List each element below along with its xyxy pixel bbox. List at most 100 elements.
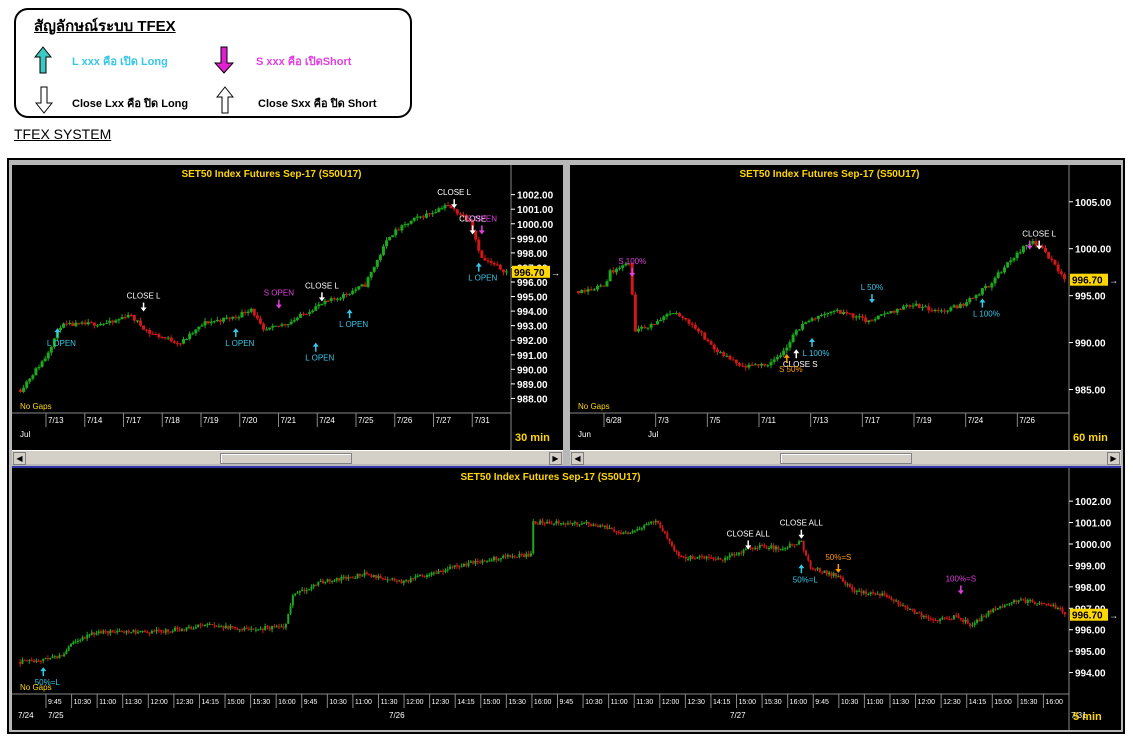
signal-label: L 100% <box>803 349 830 358</box>
candle-body <box>498 264 502 270</box>
candle-body <box>989 610 992 613</box>
candle-body <box>22 387 26 392</box>
candle-body <box>557 521 560 524</box>
candle-body <box>31 375 35 379</box>
candle-body <box>483 257 487 261</box>
scroll-thumb[interactable] <box>780 453 912 464</box>
candle-body <box>770 545 773 548</box>
candle-body <box>985 615 988 617</box>
candle-body <box>682 556 685 558</box>
y-tick-label: 994.00 <box>517 307 548 318</box>
candle-body <box>1026 600 1029 603</box>
candle-body <box>889 311 893 314</box>
candle-body <box>370 575 373 577</box>
candle-body <box>421 575 424 577</box>
legend-short-open: S xxx คือ เปิดShort <box>256 56 352 68</box>
candle-body <box>1021 246 1025 253</box>
candle-body <box>282 626 285 628</box>
x-tick-label: 7/25 <box>358 416 374 425</box>
candle-body <box>120 317 124 320</box>
candle-body <box>358 573 361 576</box>
scroll-right-button[interactable]: ▶ <box>1107 452 1120 465</box>
scrollbar-60min[interactable]: ◀ ▶ <box>570 450 1121 465</box>
candle-body <box>19 389 23 392</box>
candle-body <box>814 568 817 570</box>
candle-body <box>1056 608 1059 610</box>
candle-body <box>1059 608 1062 610</box>
candle-body <box>363 284 367 287</box>
candle-body <box>712 344 716 350</box>
scroll-thumb[interactable] <box>220 453 352 464</box>
candle-body <box>613 529 616 532</box>
candle-body <box>587 522 590 525</box>
candle-body <box>750 364 754 366</box>
candle-body <box>892 311 896 313</box>
candle-body <box>846 584 849 586</box>
signal-arrow-head <box>793 349 800 354</box>
signal-label: CLOSE L <box>437 188 471 197</box>
candle-body <box>643 326 647 328</box>
signal-label: S OPEN <box>264 289 294 298</box>
candle-body <box>855 591 858 593</box>
candle-body <box>1047 604 1050 606</box>
candle-body <box>914 303 918 306</box>
y-tick-label: 1001.00 <box>1075 519 1112 530</box>
scroll-right-button[interactable]: ▶ <box>549 452 562 465</box>
candle-body <box>733 554 736 556</box>
candle-body <box>615 531 618 533</box>
candle-body <box>492 556 495 561</box>
x-tick-label: 12:00 <box>918 699 936 706</box>
candle-body <box>139 631 142 633</box>
y-tick-label: 993.00 <box>517 322 548 333</box>
candle-body <box>93 632 96 635</box>
candle-body <box>895 600 898 602</box>
signal-label: CLOSE ALL <box>780 519 824 528</box>
candle-body <box>388 579 391 581</box>
candle-body <box>1049 605 1052 607</box>
candle-body <box>1029 599 1032 601</box>
candle-body <box>599 525 602 528</box>
candle-body <box>728 555 731 558</box>
candle-body <box>357 286 361 290</box>
candle-body <box>105 322 109 324</box>
candle-body <box>247 628 250 630</box>
scroll-left-button[interactable]: ◀ <box>571 452 584 465</box>
candle-body <box>218 319 222 322</box>
signal-label: CLOSE L <box>305 281 339 290</box>
candle-body <box>345 294 349 296</box>
candle-body <box>680 555 683 557</box>
y-tick-label: 1000.00 <box>1075 540 1112 551</box>
candle-body <box>148 329 152 334</box>
candle-body <box>758 545 761 549</box>
candle-body <box>176 627 179 630</box>
scroll-left-button[interactable]: ◀ <box>13 452 26 465</box>
x-tick-label: 14:15 <box>713 699 731 706</box>
candle-body <box>592 524 595 526</box>
scrollbar-30min[interactable]: ◀ ▶ <box>12 450 563 465</box>
candle-body <box>354 577 357 579</box>
candle-body <box>425 575 428 578</box>
candle-body <box>978 619 981 622</box>
candle-body <box>1018 252 1022 254</box>
candle-body <box>603 525 606 527</box>
candle-body <box>807 320 811 323</box>
candle-body <box>95 633 98 635</box>
candle-body <box>996 608 999 610</box>
candle-body <box>236 628 239 631</box>
candle-body <box>851 313 855 318</box>
candle-body <box>1010 602 1013 604</box>
candle-body <box>308 312 312 314</box>
candle-body <box>243 627 246 630</box>
candle-body <box>409 220 413 224</box>
candle-body <box>631 530 634 533</box>
candle-body <box>576 522 579 525</box>
candle-body <box>234 316 238 318</box>
candle-body <box>842 311 846 314</box>
candle-body <box>913 609 916 614</box>
candle-body <box>245 627 248 629</box>
candle-body <box>154 333 158 335</box>
candle-body <box>455 565 458 567</box>
x-tick-label: 12:30 <box>687 699 705 706</box>
candle-body <box>497 559 500 561</box>
candle-body <box>167 629 170 632</box>
